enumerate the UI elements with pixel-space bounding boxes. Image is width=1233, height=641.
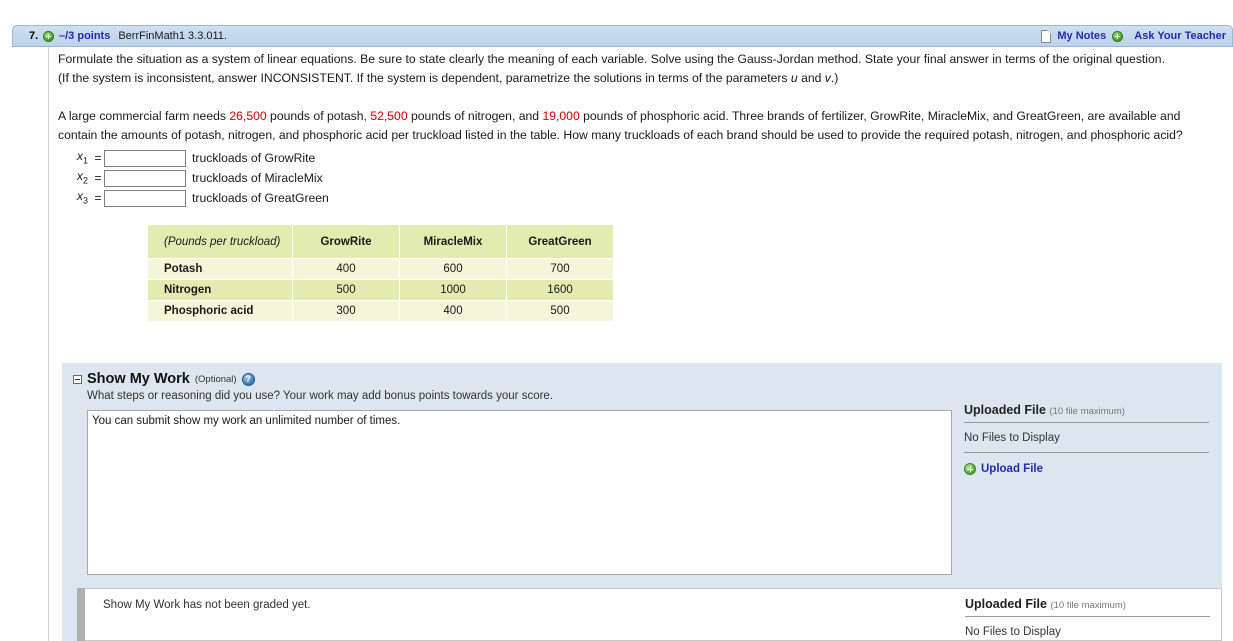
- answer-rows: x1 = truckloads of GrowRite x2 = trucklo…: [58, 149, 1218, 208]
- uploaded-file-title-text: Uploaded File: [965, 597, 1047, 611]
- cell-phosphoric-greatgreen: 500: [506, 300, 614, 322]
- page-root: 7. –/3 points BerrFinMath1 3.3.011. My N…: [0, 0, 1233, 641]
- answer-input-x1[interactable]: [104, 150, 186, 167]
- graded-status-text: Show My Work has not been graded yet.: [103, 599, 311, 611]
- var-sub: 3: [82, 195, 88, 206]
- fertilizer-data-table: (Pounds per truckload) GrowRite MiracleM…: [147, 224, 614, 322]
- show-my-work-textarea[interactable]: [87, 410, 952, 575]
- instructions-line-1: Formulate the situation as a system of l…: [58, 52, 1165, 66]
- answer-row-x2: x2 = truckloads of MiracleMix: [58, 169, 1218, 188]
- table-col-growrite: GrowRite: [292, 224, 400, 259]
- table-corner-label: (Pounds per truckload): [147, 224, 293, 259]
- ask-teacher-plus-icon[interactable]: [1112, 30, 1124, 42]
- instructions-2b: and: [797, 71, 825, 85]
- uploaded-file-max-note: (10 file maximum): [1050, 600, 1126, 611]
- row-label-potash: Potash: [147, 258, 293, 280]
- problem-a: A large commercial farm needs: [58, 109, 230, 123]
- instructions-2c: .): [830, 71, 839, 85]
- show-my-work-optional-label: (Optional): [194, 373, 237, 385]
- upload-file-link[interactable]: Upload File: [981, 463, 1043, 475]
- param-u: u: [790, 71, 798, 85]
- answer-label-x1: truckloads of GrowRite: [192, 151, 316, 165]
- upload-file-row[interactable]: Upload File: [964, 453, 1209, 475]
- uploaded-file-title-top: Uploaded File (10 file maximum): [964, 403, 1209, 422]
- potash-required-value: 26,500: [229, 109, 267, 123]
- var-sub: 1: [82, 155, 88, 166]
- answer-row-x3: x3 = truckloads of GreatGreen: [58, 189, 1218, 208]
- answer-label-x3: truckloads of GreatGreen: [192, 191, 329, 205]
- cell-nitrogen-greatgreen: 1600: [506, 279, 614, 301]
- question-mark-circle-icon[interactable]: ?: [241, 372, 255, 386]
- variable-label-x3: x3: [58, 187, 92, 210]
- answer-label-x2: truckloads of MiracleMix: [192, 171, 323, 185]
- uploaded-file-max-note: (10 file maximum): [1049, 406, 1125, 417]
- note-page-icon[interactable]: [1041, 29, 1052, 43]
- show-my-work-title: Show My Work: [87, 371, 190, 387]
- question-header-bar: 7. –/3 points BerrFinMath1 3.3.011. My N…: [12, 25, 1233, 47]
- uploaded-file-title-text: Uploaded File: [964, 403, 1046, 417]
- equals-sign-x3: =: [94, 191, 102, 205]
- table-header: (Pounds per truckload) GrowRite MiracleM…: [147, 224, 614, 259]
- table-row: Potash 400 600 700: [147, 258, 614, 280]
- phosphoric-required-value: 19,000: [542, 109, 580, 123]
- uploaded-file-panel-bottom: Uploaded File (10 file maximum) No Files…: [965, 597, 1210, 641]
- no-files-to-display-bottom: No Files to Display: [965, 626, 1061, 638]
- nitrogen-required-value: 52,500: [370, 109, 408, 123]
- problem-statement: A large commercial farm needs 26,500 pou…: [58, 107, 1218, 145]
- row-label-phosphoric-acid: Phosphoric acid: [147, 300, 293, 322]
- table-row: Phosphoric acid 300 400 500: [147, 300, 614, 322]
- answer-input-x2[interactable]: [104, 170, 186, 187]
- points-label: –/3 points: [59, 30, 111, 42]
- show-my-work-panel: Show My Work (Optional) ? What steps or …: [62, 363, 1222, 575]
- table-body: Potash 400 600 700 Nitrogen 500 1000 160…: [147, 258, 614, 322]
- left-vertical-rule: [48, 47, 49, 641]
- cell-potash-miraclemix: 600: [399, 258, 507, 280]
- table-header-row: (Pounds per truckload) GrowRite MiracleM…: [147, 224, 614, 259]
- question-body: Formulate the situation as a system of l…: [58, 50, 1218, 209]
- graded-status-panel: Show My Work has not been graded yet. Up…: [85, 588, 1222, 641]
- question-code: BerrFinMath1 3.3.011.: [118, 30, 227, 42]
- row-label-nitrogen: Nitrogen: [147, 279, 293, 301]
- problem-c: pounds of nitrogen, and: [407, 109, 543, 123]
- ask-your-teacher-link[interactable]: Ask Your Teacher: [1134, 30, 1226, 42]
- var-sub: 2: [82, 175, 88, 186]
- plus-circle-icon[interactable]: [43, 30, 54, 42]
- table-row: Nitrogen 500 1000 1600: [147, 279, 614, 301]
- my-notes-link[interactable]: My Notes: [1057, 30, 1106, 42]
- answer-input-x3[interactable]: [104, 190, 186, 207]
- uploaded-file-panel-top: Uploaded File (10 file maximum) No Files…: [964, 403, 1209, 475]
- table-col-greatgreen: GreatGreen: [506, 224, 614, 259]
- table-col-miraclemix: MiracleMix: [399, 224, 507, 259]
- header-actions: My Notes Ask Your Teacher: [1041, 29, 1226, 43]
- plus-circle-icon[interactable]: [964, 463, 976, 475]
- uploaded-file-title-bottom: Uploaded File (10 file maximum): [965, 597, 1210, 616]
- cell-phosphoric-growrite: 300: [292, 300, 400, 322]
- cell-potash-growrite: 400: [292, 258, 400, 280]
- cell-nitrogen-miraclemix: 1000: [399, 279, 507, 301]
- answer-row-x1: x1 = truckloads of GrowRite: [58, 149, 1218, 168]
- problem-b: pounds of potash,: [266, 109, 371, 123]
- no-files-to-display-top: No Files to Display: [964, 432, 1060, 444]
- cell-phosphoric-miraclemix: 400: [399, 300, 507, 322]
- cell-nitrogen-growrite: 500: [292, 279, 400, 301]
- instructions-line-2: (If the system is inconsistent, answer I…: [58, 69, 1218, 88]
- show-my-work-header: Show My Work (Optional) ?: [62, 363, 1222, 387]
- equals-sign-x1: =: [94, 151, 102, 165]
- collapse-minus-icon[interactable]: [73, 374, 82, 384]
- cell-potash-greatgreen: 700: [506, 258, 614, 280]
- instructions-2a: (If the system is inconsistent, answer I…: [58, 71, 791, 85]
- question-number: 7.: [29, 30, 39, 42]
- equals-sign-x2: =: [94, 171, 102, 185]
